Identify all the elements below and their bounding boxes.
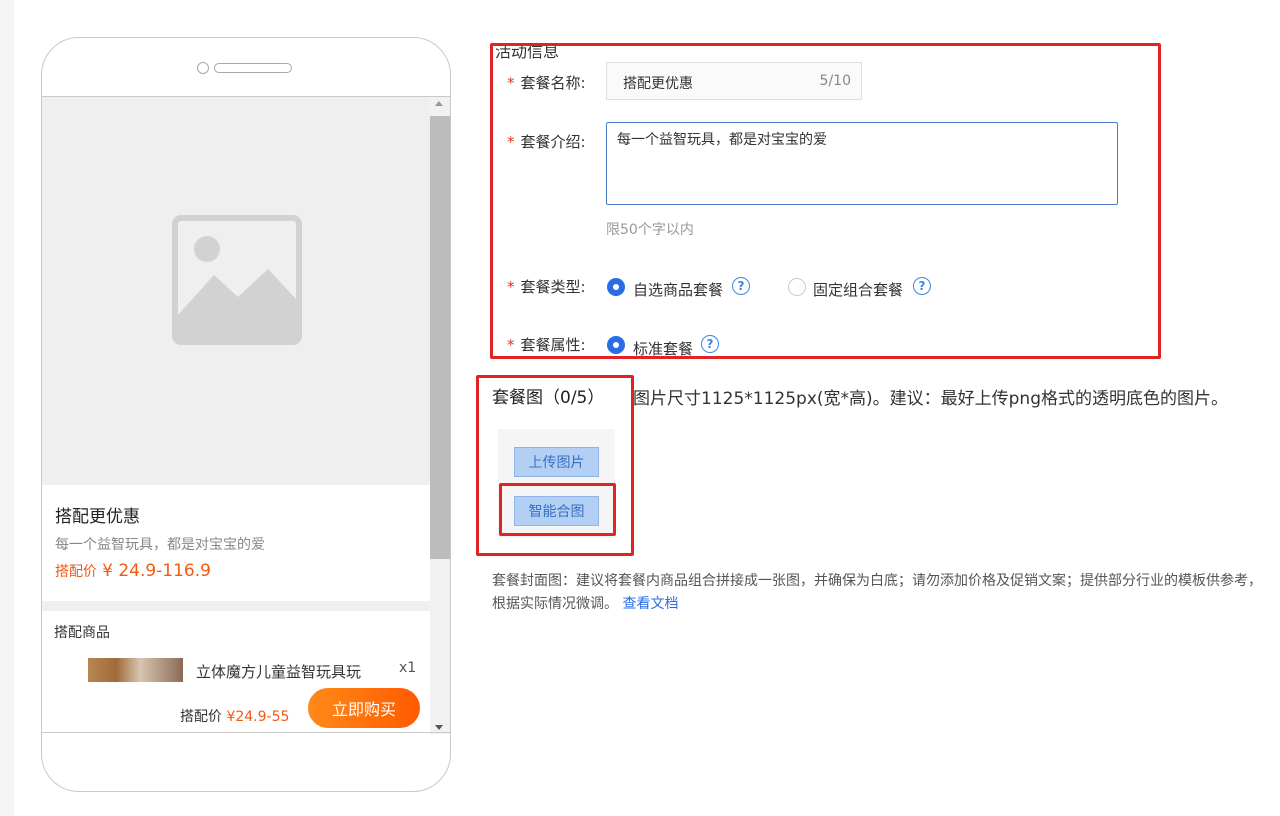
image-placeholder-icon [172, 215, 302, 345]
bottom-price-value: ¥24.9-55 [226, 709, 290, 725]
preview-scrollbar[interactable] [430, 97, 450, 734]
goods-thumbnail [88, 658, 183, 682]
cover-note-line-2: 根据实际情况微调。 [492, 596, 618, 612]
package-description: 每一个益智玩具，都是对宝宝的爱 [55, 537, 265, 553]
scroll-down-arrow-icon[interactable] [435, 725, 443, 730]
image-size-tip: 图片尺寸1125*1125px(宽*高)。建议：最好上传png格式的透明底色的图… [633, 389, 1228, 409]
package-name: 搭配更优惠 [55, 507, 140, 527]
goods-section-title: 搭配商品 [54, 625, 110, 641]
speaker-icon [214, 63, 292, 73]
scroll-thumb[interactable] [430, 116, 450, 559]
phone-bottom-bezel [42, 732, 450, 791]
preview-screen: 搭配更优惠 每一个益智玩具，都是对宝宝的爱 搭配价 ¥ 24.9-116.9 搭… [42, 97, 450, 734]
cover-image-note: 套餐封面图：建议将套餐内商品组合拼接成一张图，并确保为白底；请勿添加价格及促销文… [492, 570, 1280, 616]
goods-quantity: x1 [399, 660, 417, 676]
phone-top-bezel [42, 38, 450, 97]
phone-preview: 搭配更优惠 每一个益智玩具，都是对宝宝的爱 搭配价 ¥ 24.9-116.9 搭… [41, 37, 451, 792]
view-docs-link[interactable]: 查看文档 [622, 596, 678, 612]
goods-name: 立体魔方儿童益智玩具玩 [196, 663, 362, 681]
left-gutter [0, 0, 14, 816]
cover-note-line-1: 套餐封面图：建议将套餐内商品组合拼接成一张图，并确保为白底；请勿添加价格及促销文… [492, 573, 1262, 589]
scroll-up-arrow-icon[interactable] [435, 101, 443, 106]
package-price: 搭配价 ¥ 24.9-116.9 [55, 561, 211, 581]
bottom-price-label: 搭配价 [180, 709, 222, 725]
bottom-price: 搭配价 ¥24.9-55 [180, 706, 289, 726]
package-image-placeholder [42, 97, 430, 485]
buy-now-button[interactable]: 立即购买 [308, 688, 420, 728]
price-label: 搭配价 [55, 564, 97, 580]
camera-icon [197, 62, 209, 74]
package-info-card: 搭配更优惠 每一个益智玩具，都是对宝宝的爱 搭配价 ¥ 24.9-116.9 [42, 485, 430, 601]
price-value: ¥ 24.9-116.9 [102, 561, 211, 581]
annotation-box-smart-compose [499, 483, 616, 536]
annotation-box-activity-info [490, 43, 1161, 359]
